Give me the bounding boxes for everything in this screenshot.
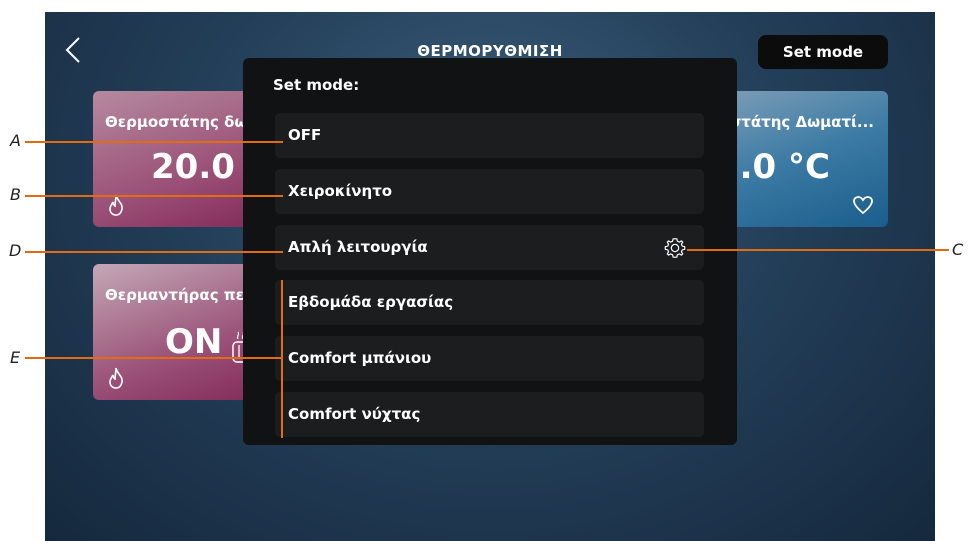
callout-b-label: B [10, 185, 21, 204]
dialog-title: Set mode: [273, 76, 360, 94]
set-mode-button[interactable]: Set mode [758, 35, 888, 69]
callout-c-label: C [952, 240, 964, 259]
callout-d-label: D [9, 241, 22, 260]
callout-b-line [25, 195, 283, 197]
callout-a-line [25, 141, 283, 143]
mode-item-label: Χειροκίνητο [288, 182, 393, 200]
tile-status: ON [165, 322, 223, 362]
mode-item-work-week[interactable]: Εβδομάδα εργασίας [275, 280, 704, 325]
mode-item-label: Απλή λειτουργία [288, 238, 428, 256]
callout-a-label: A [10, 131, 21, 150]
heart-icon[interactable] [852, 195, 874, 215]
mode-item-off[interactable]: OFF [275, 113, 704, 158]
gear-icon[interactable] [664, 237, 686, 259]
set-mode-dialog: Set mode: OFF Χειροκίνητο Απλή λειτουργί… [243, 58, 737, 445]
tile-name: Θερμαντήρας πετ [105, 286, 254, 304]
mode-item-manual[interactable]: Χειροκίνητο [275, 169, 704, 214]
mode-item-simple[interactable]: Απλή λειτουργία [275, 225, 704, 270]
mode-item-label: Εβδομάδα εργασίας [288, 293, 454, 311]
mode-item-night-comfort[interactable]: Comfort νύχτας [275, 392, 704, 437]
mode-item-label: OFF [288, 126, 322, 144]
mode-item-label: Comfort μπάνιου [288, 349, 432, 367]
thermoregulation-screen: ΘΕΡΜΟΡΥΘΜΙΣΗ Set mode Θερμοστάτης δωματ … [45, 12, 935, 541]
callout-e-bracket [281, 280, 283, 438]
callout-d-line [25, 251, 283, 253]
mode-item-label: Comfort νύχτας [288, 405, 421, 423]
flame-icon [109, 367, 123, 389]
callout-c-line [687, 249, 949, 251]
callout-e-label: E [10, 348, 21, 367]
mode-item-bath-comfort[interactable]: Comfort μπάνιου [275, 336, 704, 381]
callout-e-line [25, 357, 282, 359]
